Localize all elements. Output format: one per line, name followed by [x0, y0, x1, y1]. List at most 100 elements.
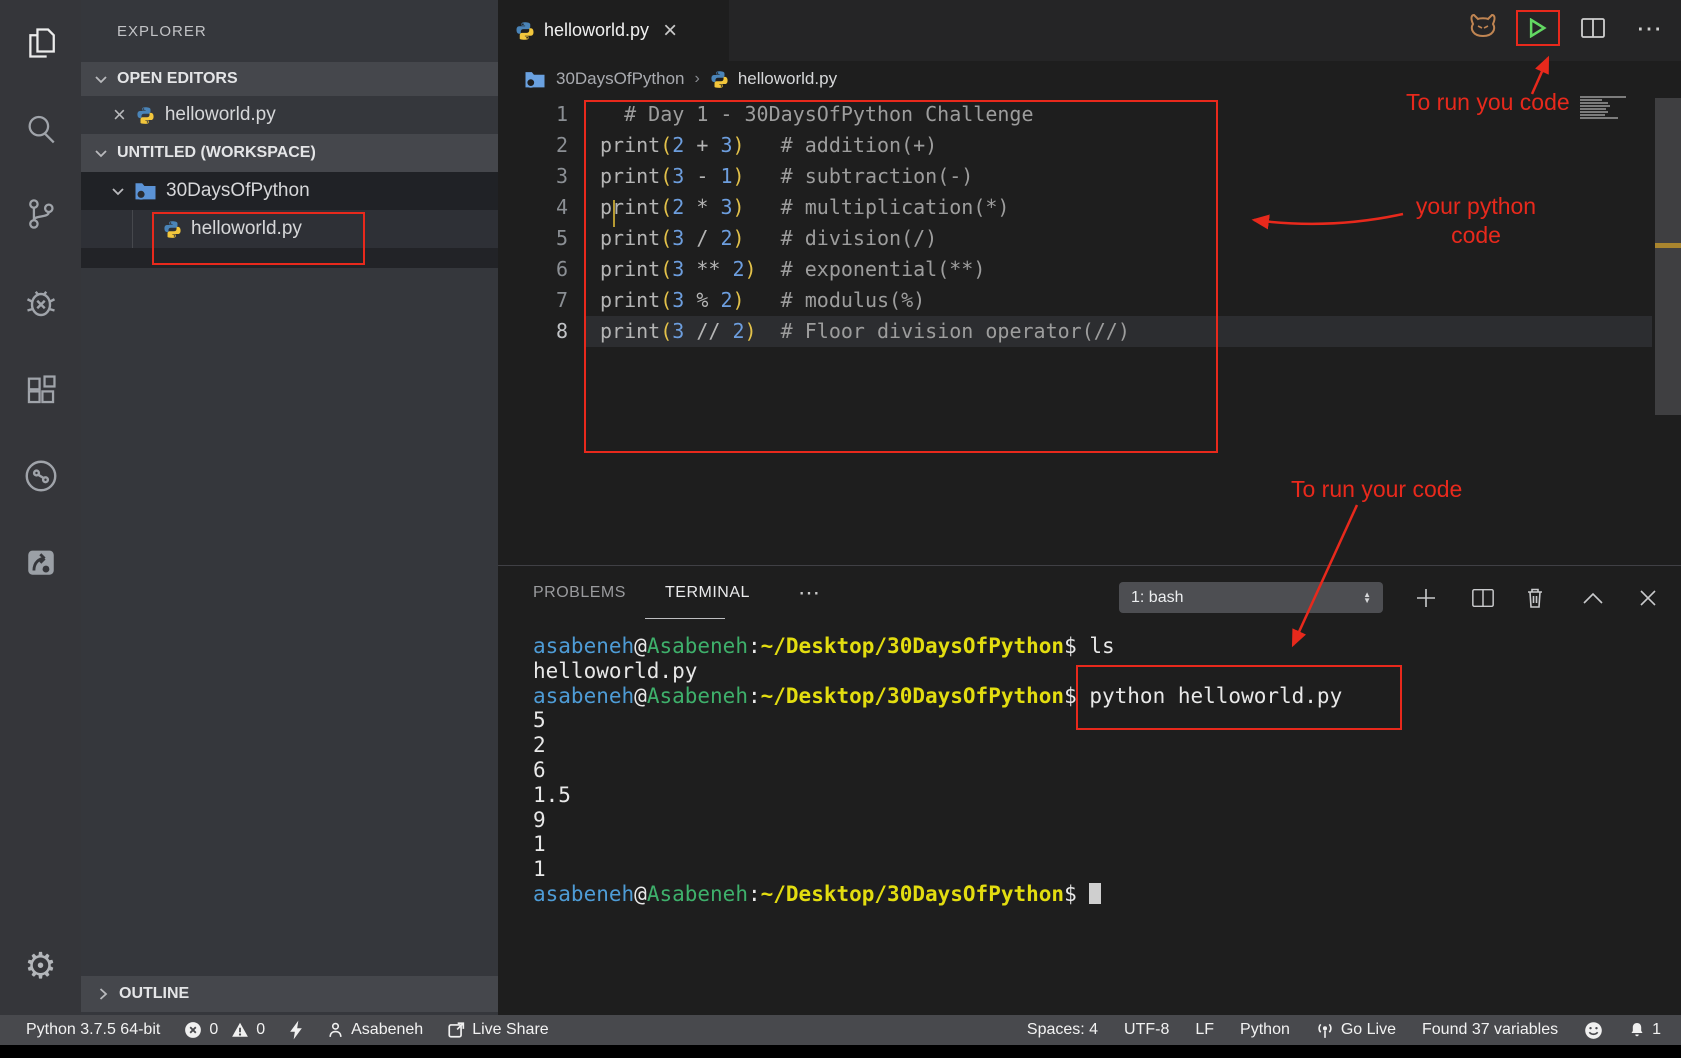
code-lines: 1 # Day 1 - 30DaysOfPython Challenge2pri… — [498, 99, 1681, 347]
breadcrumb-file[interactable]: helloworld.py — [738, 69, 837, 89]
terminal-output[interactable]: asabeneh@Asabeneh:~/Desktop/30DaysOfPyth… — [533, 634, 1342, 907]
breadcrumb-separator: › — [695, 70, 700, 88]
overview-ruler-marker — [1655, 243, 1681, 248]
problems-status[interactable]: 0 0 — [184, 1021, 265, 1039]
code-line[interactable]: 5print(3 / 2) # division(/) — [498, 223, 1681, 254]
indent-guide — [132, 210, 133, 248]
terminal-shell-select[interactable]: 1: bash ▲▼ — [1119, 582, 1383, 613]
eol-status[interactable]: LF — [1195, 1021, 1214, 1039]
live-share-icon[interactable] — [0, 448, 81, 504]
chevron-right-icon — [95, 986, 111, 1002]
python-file-icon — [163, 220, 182, 239]
feedback-smiley-icon[interactable] — [1584, 1021, 1603, 1040]
live-share-status[interactable]: Live Share — [447, 1021, 549, 1039]
bottom-strip — [0, 1045, 1681, 1058]
terminal-line: asabeneh@Asabeneh:~/Desktop/30DaysOfPyth… — [533, 684, 1342, 709]
terminal-line: helloworld.py — [533, 659, 1342, 684]
python-interpreter[interactable]: Python 3.7.5 64-bit — [26, 1021, 160, 1039]
code-line[interactable]: 6print(3 ** 2) # exponential(**) — [498, 254, 1681, 285]
explorer-icon[interactable] — [0, 15, 81, 71]
open-editors-header[interactable]: OPEN EDITORS — [81, 62, 510, 96]
share-extension-icon[interactable] — [0, 534, 81, 590]
run-play-icon[interactable] — [1529, 18, 1547, 38]
chevron-down-icon — [110, 183, 126, 199]
split-terminal-icon[interactable] — [1466, 582, 1500, 614]
close-icon[interactable]: × — [663, 19, 677, 43]
terminal-line: 6 — [533, 758, 1342, 783]
kill-terminal-icon[interactable] — [1518, 582, 1552, 614]
terminal-line: 1 — [533, 832, 1342, 857]
open-editor-item[interactable]: × helloworld.py — [81, 96, 530, 134]
indentation-status[interactable]: Spaces: 4 — [1027, 1021, 1098, 1039]
open-editor-label: helloworld.py — [165, 104, 276, 126]
variables-status[interactable]: Found 37 variables — [1422, 1021, 1558, 1039]
code-editor[interactable]: 1 # Day 1 - 30DaysOfPython Challenge2pri… — [498, 99, 1681, 347]
encoding-status[interactable]: UTF-8 — [1124, 1021, 1169, 1039]
split-editor-icon[interactable] — [1570, 0, 1616, 56]
go-live-button[interactable]: Go Live — [1316, 1021, 1396, 1039]
tab-problems[interactable]: PROBLEMS — [533, 584, 626, 602]
tab-bar: helloworld.py × ⋯ — [498, 0, 1681, 61]
code-line[interactable]: 1 # Day 1 - 30DaysOfPython Challenge — [498, 99, 1681, 130]
tab-label: helloworld.py — [544, 20, 649, 41]
cat-icon[interactable] — [1460, 0, 1506, 56]
tree-item-folder[interactable]: 30DaysOfPython — [81, 172, 527, 210]
language-status[interactable]: Python — [1240, 1021, 1290, 1039]
chevron-down-icon — [93, 145, 109, 161]
account-status[interactable]: Asabeneh — [327, 1021, 423, 1039]
run-button-annotation-box — [1516, 10, 1560, 46]
terminal-line: 5 — [533, 708, 1342, 733]
vscode-window: ⚙ EXPLORER OPEN EDITORS × helloworld.py … — [0, 0, 1681, 1058]
maximize-panel-icon[interactable] — [1576, 582, 1610, 614]
tab-helloworld[interactable]: helloworld.py × — [498, 0, 729, 61]
explorer-sidebar: EXPLORER OPEN EDITORS × helloworld.py UN… — [81, 0, 498, 1015]
close-icon[interactable]: × — [113, 104, 126, 126]
person-icon — [327, 1021, 344, 1039]
workspace-folder-icon — [524, 70, 546, 89]
breadcrumb-folder[interactable]: 30DaysOfPython — [556, 69, 685, 89]
terminal-line: 2 — [533, 733, 1342, 758]
code-line[interactable]: 8print(3 // 2) # Floor division operator… — [498, 316, 1681, 347]
settings-gear-icon[interactable]: ⚙ — [0, 938, 81, 994]
panel: PROBLEMS TERMINAL ⋯ 1: bash ▲▼ asabeneh@… — [498, 565, 1681, 1015]
share-box-icon — [447, 1021, 465, 1039]
code-line[interactable]: 4print(2 * 3) # multiplication(*) — [498, 192, 1681, 223]
code-line[interactable]: 2print(2 + 3) # addition(+) — [498, 130, 1681, 161]
tab-terminal[interactable]: TERMINAL — [665, 584, 750, 602]
lightning-icon[interactable] — [289, 1020, 303, 1040]
close-panel-icon[interactable] — [1631, 582, 1665, 614]
minimap[interactable] — [1580, 96, 1628, 120]
code-line[interactable]: 3print(3 - 1) # subtraction(-) — [498, 161, 1681, 192]
text-cursor — [613, 200, 615, 227]
code-line[interactable]: 7print(3 % 2) # modulus(%) — [498, 285, 1681, 316]
active-tab-underline — [645, 618, 725, 619]
tree-file-label: helloworld.py — [191, 218, 302, 240]
bell-icon — [1629, 1021, 1645, 1039]
tree-folder-label: 30DaysOfPython — [166, 180, 310, 202]
sidebar-title: EXPLORER — [117, 0, 207, 62]
workspace-header[interactable]: UNTITLED (WORKSPACE) — [81, 134, 510, 172]
search-icon[interactable] — [0, 101, 81, 157]
python-file-icon — [710, 70, 729, 89]
select-spinner-icon: ▲▼ — [1363, 592, 1371, 604]
warning-icon — [231, 1021, 249, 1039]
chevron-down-icon — [93, 71, 109, 87]
new-terminal-icon[interactable] — [1409, 582, 1443, 614]
activity-bar: ⚙ — [0, 0, 81, 1015]
terminal-line: asabeneh@Asabeneh:~/Desktop/30DaysOfPyth… — [533, 882, 1342, 907]
extensions-icon[interactable] — [0, 362, 81, 418]
panel-more-icon[interactable]: ⋯ — [798, 580, 820, 606]
editor-scrollbar[interactable] — [1655, 0, 1681, 565]
source-control-icon[interactable] — [0, 186, 81, 242]
debug-icon[interactable] — [0, 275, 81, 331]
notifications-bell[interactable]: 1 — [1629, 1021, 1661, 1039]
terminal-cursor — [1089, 883, 1101, 904]
terminal-line: 1.5 — [533, 783, 1342, 808]
breadcrumb[interactable]: 30DaysOfPython › helloworld.py — [498, 61, 1681, 97]
error-icon — [184, 1021, 202, 1039]
outline-header[interactable]: OUTLINE — [81, 976, 512, 1012]
terminal-line: 9 — [533, 808, 1342, 833]
editor-group: helloworld.py × ⋯ 30DaysOfPython › hello… — [498, 0, 1681, 565]
terminal-line: 1 — [533, 857, 1342, 882]
scrollbar-thumb[interactable] — [1655, 98, 1681, 415]
